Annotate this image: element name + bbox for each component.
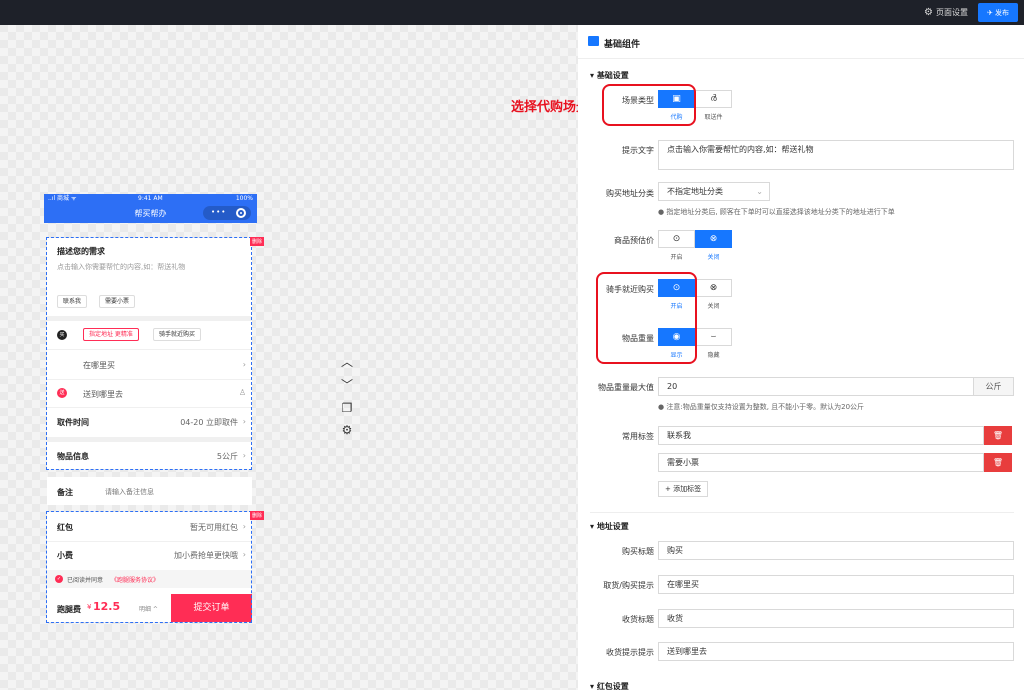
weight-hide-label: 隐藏 [707, 352, 720, 359]
receive-hint-label: 收货提示提示 [606, 648, 654, 657]
chevron-down-icon: ⌄ [756, 187, 763, 196]
delete-tag-button[interactable]: 🗑 [984, 453, 1012, 472]
max-weight-label: 物品重量最大值 [598, 383, 654, 392]
max-weight-hint: ● 注意:物品重量仅支持设置为整数, 且不能小于零。默认为20公斤 [658, 403, 865, 411]
tag-input[interactable]: 联系我 [658, 426, 984, 445]
tags-label: 常用标签 [622, 432, 654, 441]
scene-delivery-toggle[interactable]: ർ [695, 90, 732, 108]
hint-text-input[interactable]: 点击输入你需要帮忙的内容,如：帮送礼物 [658, 140, 1014, 170]
carrier-signal: ..ıl 商城 ᯤ [48, 195, 77, 202]
highlight-rider-weight [596, 272, 697, 364]
close-circle-icon: ⊗ [709, 283, 718, 293]
receive-title-input[interactable]: 收货 [658, 609, 1014, 628]
panel-title: 基础组件 [604, 40, 641, 50]
max-weight-unit: 公斤 [974, 377, 1014, 396]
add-tag-button[interactable]: + 添加标签 [658, 481, 709, 497]
address-category-label: 购买地址分类 [606, 189, 654, 198]
rider-off-label: 关闭 [707, 303, 720, 310]
max-weight-input[interactable]: 20 [658, 377, 974, 396]
pick-hint-input[interactable]: 在哪里买 [658, 575, 1014, 594]
capsule-menu[interactable]: ••• [203, 206, 251, 220]
panel-header: 基础组件 [578, 25, 1024, 59]
page-settings-button[interactable]: ⚙ 页面设置 [924, 0, 968, 25]
redpack-settings-group[interactable]: ▾ 红包设置 [590, 681, 629, 690]
receive-hint-input[interactable]: 送到哪里去 [658, 642, 1014, 661]
check-circle-icon: ⊙ [672, 234, 681, 244]
highlight-scene [602, 84, 696, 126]
bike-icon: ർ [710, 94, 717, 104]
price-off-toggle[interactable]: ⊗ [695, 230, 732, 248]
pick-hint-label: 取货/购买提示 [603, 581, 654, 590]
price-off-label: 关闭 [707, 254, 720, 261]
caret-down-icon: ▾ [590, 71, 597, 80]
eye-off-icon: ⌣ [710, 332, 717, 342]
receive-title-label: 收货标题 [622, 615, 654, 624]
price-on-toggle[interactable]: ⊙ [658, 230, 695, 248]
close-circle-icon: ⊗ [709, 234, 718, 244]
close-circle-icon[interactable] [236, 208, 246, 218]
remark-label: 备注 [57, 488, 73, 497]
rider-off-toggle[interactable]: ⊗ [695, 279, 732, 297]
remark-input[interactable]: 请输入备注信息 [105, 487, 154, 497]
selected-component-outline [46, 511, 252, 623]
hint-text-label: 提示文字 [622, 146, 654, 155]
top-bar: ⚙ 页面设置 ✈ 发布 [0, 0, 1024, 25]
delete-badge[interactable]: 删除 [250, 511, 265, 520]
status-time: 9:41 AM [138, 195, 163, 202]
status-bar: ..ıl 商城 ᯤ 9:41 AM 100% [44, 194, 257, 203]
estimated-price-label: 商品预估价 [614, 236, 654, 245]
buy-title-input[interactable]: 购买 [658, 541, 1014, 560]
settings-icon[interactable]: ⚙ [338, 421, 356, 439]
address-category-select[interactable]: 不指定地址分类 ⌄ [658, 182, 770, 201]
basic-settings-group[interactable]: ▾ 基础设置 [590, 70, 629, 81]
more-icon[interactable]: ••• [211, 208, 226, 216]
tag-input[interactable]: 需要小票 [658, 453, 984, 472]
divider [590, 512, 1014, 513]
caret-down-icon: ▾ [590, 682, 597, 690]
delete-badge[interactable]: 删除 [250, 237, 265, 246]
copy-icon[interactable]: ❐ [338, 399, 356, 417]
gear-icon: ⚙ [924, 7, 933, 18]
weight-hide-toggle[interactable]: ⌣ [695, 328, 732, 346]
nav-bar: 帮买帮办 ••• [44, 203, 257, 223]
address-category-hint: ● 指定地址分类后, 顾客在下单时可以直接选择该地址分类下的地址进行下单 [658, 208, 895, 216]
remark-row: 备注 请输入备注信息 [47, 477, 252, 505]
buy-title-label: 购买标题 [622, 547, 654, 556]
bag-icon [588, 36, 599, 46]
caret-down-icon: ▾ [590, 522, 597, 531]
trash-icon: 🗑 [992, 431, 1004, 440]
scene-delivery-label: 取送件 [704, 114, 723, 121]
delete-tag-button[interactable]: 🗑 [984, 426, 1012, 445]
price-on-label: 开启 [670, 254, 683, 261]
battery-level: 100% [235, 195, 253, 202]
selected-component-outline [46, 237, 252, 470]
address-settings-group[interactable]: ▾ 地址设置 [590, 521, 629, 532]
publish-button[interactable]: ✈ 发布 [978, 3, 1018, 22]
trash-icon: 🗑 [992, 458, 1004, 467]
move-down-icon[interactable]: ﹀ [338, 376, 356, 394]
move-up-icon[interactable]: ︿ [338, 353, 356, 371]
